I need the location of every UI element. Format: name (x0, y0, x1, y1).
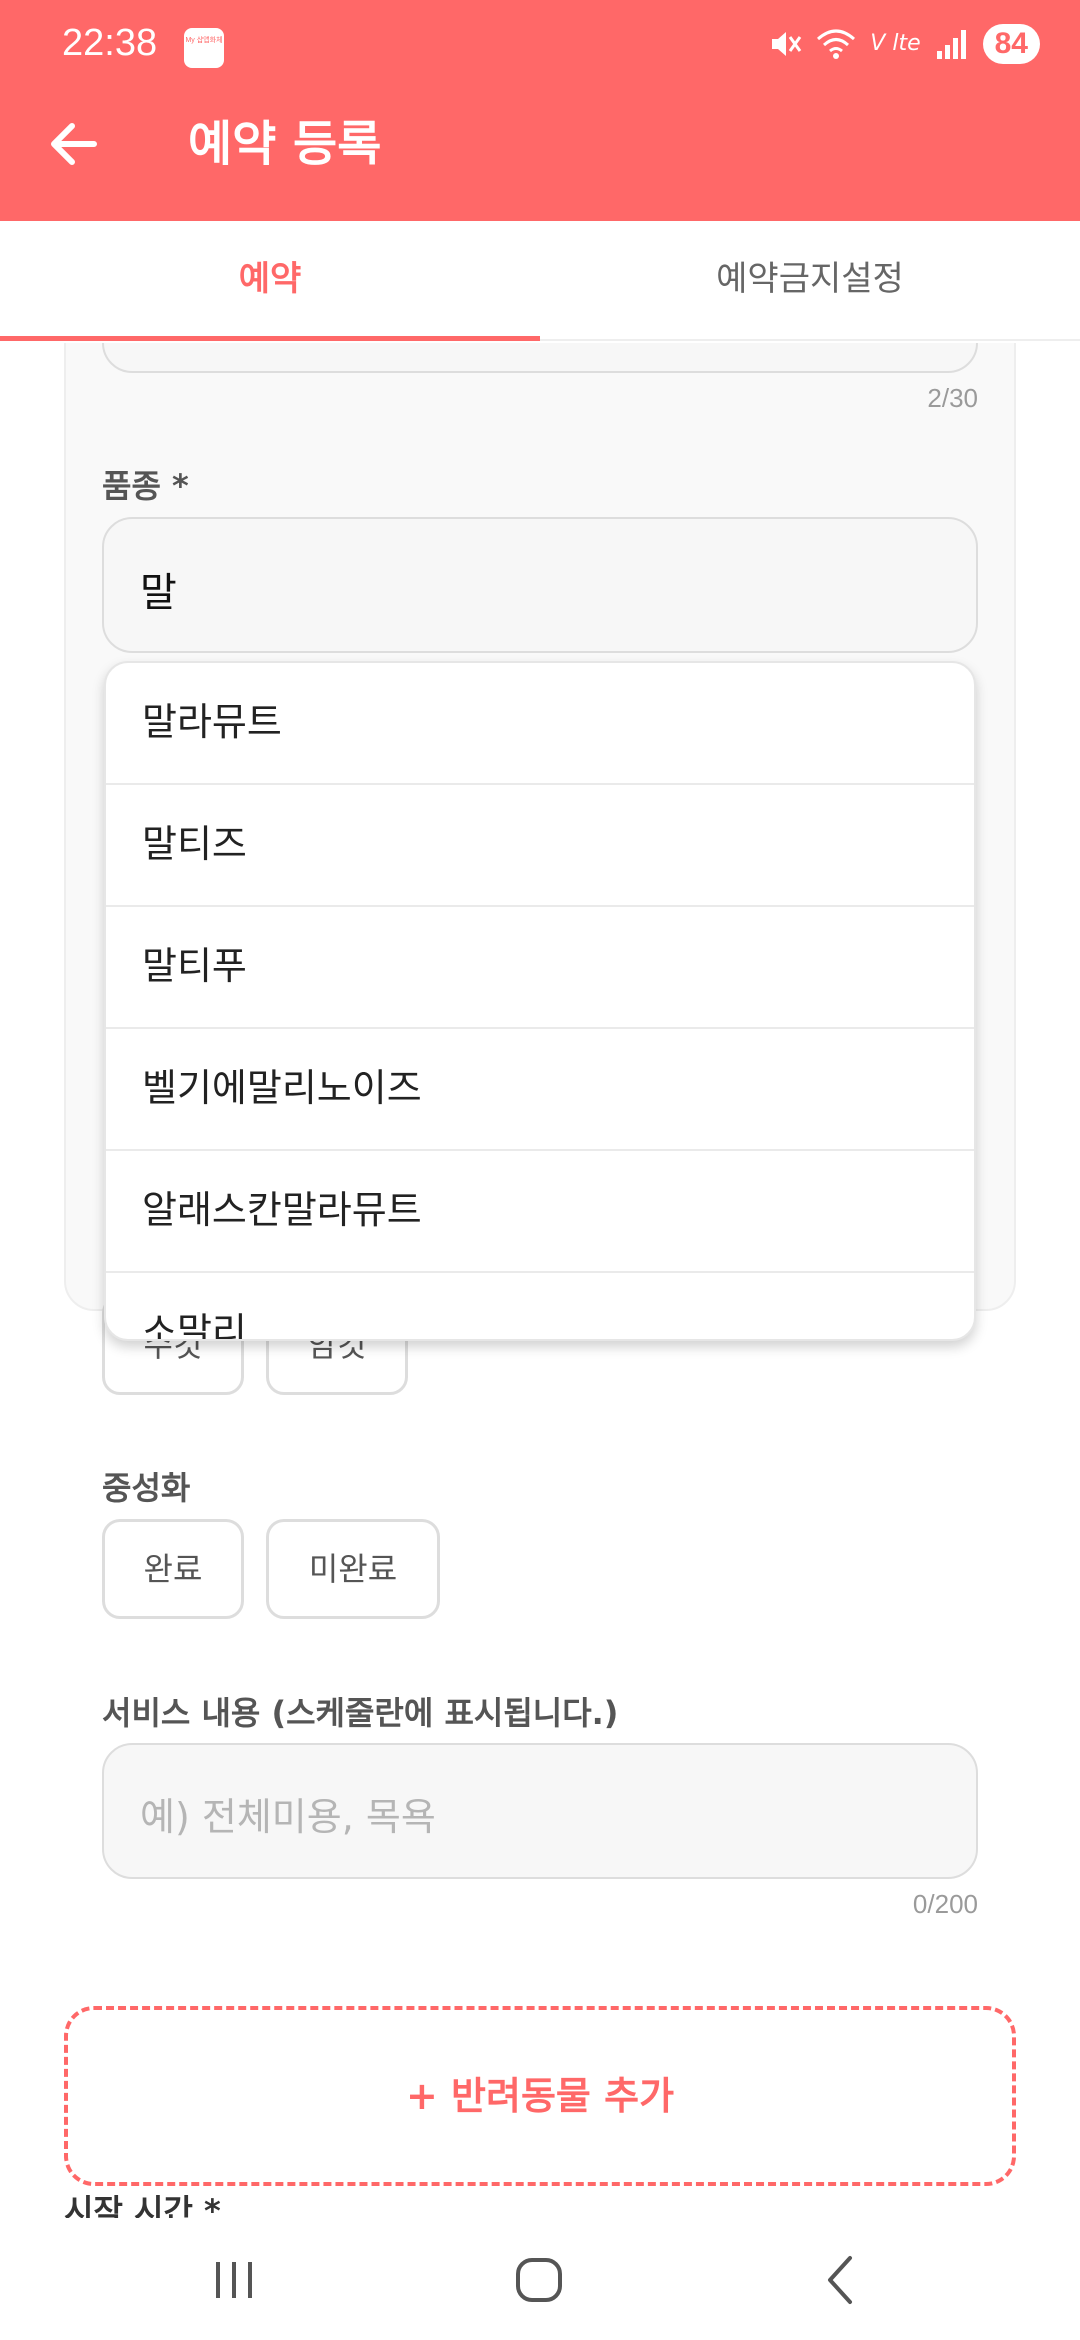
mute-icon (772, 32, 802, 56)
app-notification-icon: My 샵앱화체 (184, 28, 224, 68)
breed-input[interactable] (102, 517, 978, 653)
back-nav-icon (828, 2256, 852, 2304)
add-pet-button[interactable]: + 반려동물 추가 (64, 2006, 1016, 2186)
breed-suggestion-item[interactable]: 벨기에말리노이즈 (106, 1029, 974, 1151)
status-icons: V lte 84 (768, 22, 1040, 66)
app-notification-icon-text: My 샵앱화체 (185, 37, 223, 44)
status-time: 22:38 (62, 22, 158, 64)
system-nav-bar (0, 2218, 1080, 2340)
breed-suggestion-item[interactable]: 말티푸 (106, 907, 974, 1029)
breed-suggestion-item[interactable]: 알래스칸말라뮤트 (106, 1151, 974, 1273)
breed-suggestion-item[interactable]: 말티즈 (106, 785, 974, 907)
volte-icon: V lte (870, 31, 921, 56)
service-input-placeholder: 예) 전체미용, 목욕 (140, 1795, 436, 1839)
recent-apps-icon (216, 2262, 252, 2298)
breed-suggestion-item[interactable]: 말라뮤트 (106, 663, 974, 785)
back-button[interactable] (44, 114, 104, 174)
home-icon (516, 2258, 562, 2302)
neuter-label: 중성화 (102, 1469, 191, 1507)
tab-reservation[interactable]: 예약 (0, 221, 540, 341)
tab-bar: 예약 예약금지설정 (0, 221, 1080, 341)
active-tab-indicator (0, 336, 540, 341)
tab-reservation-block-settings[interactable]: 예약금지설정 (540, 221, 1080, 341)
form-scroll-area[interactable]: 2/30 품종 * 말 수컷 암컷 중성화 완료 미완료 서비스 내용 (스케줄… (0, 343, 1080, 2218)
wifi-icon (817, 29, 856, 59)
app-header: 22:38 My 샵앱화체 V lte 84 예약 등록 (0, 0, 1080, 221)
service-counter: 0/200 (912, 1889, 978, 1919)
breed-suggestion-dropdown[interactable]: 말라뮤트 말티즈 말티푸 벨기에말리노이즈 알래스칸말라뮤트 소말리 (104, 661, 976, 1341)
start-time-label: 시작 시간 * (64, 2192, 221, 2218)
home-button[interactable] (500, 2248, 580, 2312)
recent-apps-button[interactable] (194, 2248, 274, 2312)
breed-label: 품종 * (102, 467, 189, 505)
breed-input-value: 말 (140, 570, 177, 616)
page-title: 예약 등록 (188, 116, 382, 172)
neuter-option-not-done[interactable]: 미완료 (266, 1519, 440, 1619)
pet-name-counter: 2/30 (927, 383, 978, 413)
signal-icon (936, 30, 966, 59)
back-nav-button[interactable] (800, 2248, 880, 2312)
breed-suggestion-item[interactable]: 소말리 (106, 1273, 974, 1339)
pet-name-input[interactable] (102, 343, 978, 373)
service-label: 서비스 내용 (스케줄란에 표시됩니다.) (102, 1694, 619, 1732)
neuter-option-done[interactable]: 완료 (102, 1519, 244, 1619)
arrow-left-icon (51, 123, 97, 165)
battery-level: 84 (982, 24, 1040, 64)
